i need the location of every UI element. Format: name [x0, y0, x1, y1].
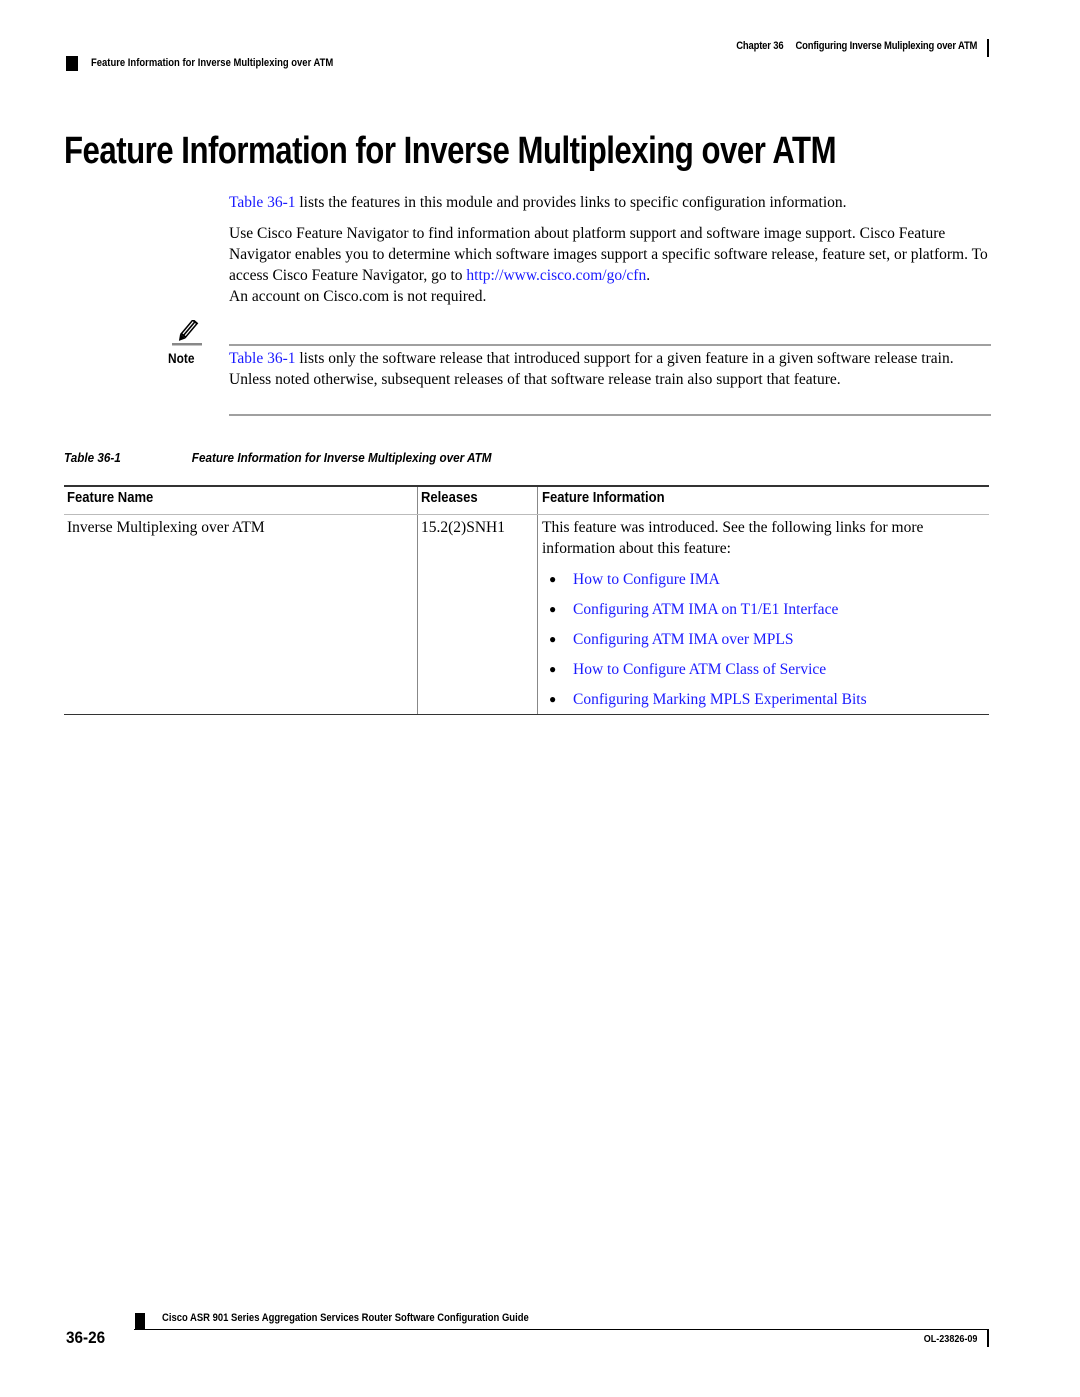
bullet-icon: ●	[549, 602, 557, 616]
table-caption-title: Feature Information for Inverse Multiple…	[191, 450, 492, 465]
bullet-icon: ●	[549, 662, 557, 676]
table-caption-label: Table 36-1	[64, 450, 121, 465]
cell-feature-name: Inverse Multiplexing over ATM	[67, 519, 265, 536]
cisco-feature-navigator-link[interactable]: http://www.cisco.com/go/cfn	[466, 267, 646, 284]
column-header-feature-name: Feature Name	[67, 490, 154, 506]
link-marking-mpls-exp-bits[interactable]: Configuring Marking MPLS Experimental Bi…	[573, 691, 867, 708]
pencil-note-icon	[172, 320, 202, 346]
note-label: Note	[168, 350, 195, 366]
header-square-marker	[66, 56, 78, 71]
cell-feature-info-text: This feature was introduced. See the fol…	[542, 519, 924, 557]
page-number: 36-26	[66, 1328, 106, 1347]
link-how-to-configure-ima[interactable]: How to Configure IMA	[573, 571, 720, 588]
list-item: ● Configuring ATM IMA over MPLS	[549, 628, 867, 658]
doc-number: OL-23826-09	[923, 1333, 977, 1345]
list-item: ● How to Configure ATM Class of Service	[549, 658, 867, 688]
footer-square-marker	[135, 1313, 145, 1329]
running-header-section: Feature Information for Inverse Multiple…	[91, 57, 334, 69]
table-36-1-link[interactable]: Table 36-1	[229, 194, 296, 211]
note-table-36-1-link[interactable]: Table 36-1	[229, 350, 296, 367]
note-bottom-rule	[229, 414, 991, 416]
page-title: Feature Information for Inverse Multiple…	[64, 130, 837, 172]
column-header-releases: Releases	[421, 490, 478, 506]
footer-guide-title: Cisco ASR 901 Series Aggregation Service…	[162, 1312, 529, 1324]
footer-bar-marker	[987, 1329, 989, 1347]
chapter-title: Configuring Inverse Muliplexing over ATM	[795, 40, 977, 52]
column-header-feature-information: Feature Information	[542, 490, 665, 506]
table-header-rule	[64, 514, 989, 515]
column-divider-1	[417, 487, 418, 714]
link-configuring-atm-ima-t1-e1[interactable]: Configuring ATM IMA on T1/E1 Interface	[573, 601, 838, 618]
bullet-icon: ●	[549, 692, 557, 706]
note-text: Table 36-1 lists only the software relea…	[229, 350, 954, 388]
header-bar-marker	[987, 39, 989, 57]
list-item: ● How to Configure IMA	[549, 568, 867, 598]
list-item: ● Configuring ATM IMA on T1/E1 Interface	[549, 598, 867, 628]
column-divider-2	[537, 487, 538, 714]
chapter-label: Chapter 36	[735, 40, 784, 52]
footer-rule	[134, 1329, 989, 1330]
intro-paragraph-1: Table 36-1 lists the features in this mo…	[229, 194, 847, 211]
table-bottom-rule	[64, 714, 989, 715]
bullet-icon: ●	[549, 572, 557, 586]
intro-paragraph-2: Use Cisco Feature Navigator to find info…	[229, 225, 988, 305]
table-top-rule	[64, 485, 989, 487]
feature-links-list: ● How to Configure IMA ● Configuring ATM I…	[549, 568, 867, 718]
bullet-icon: ●	[549, 632, 557, 646]
link-configuring-atm-ima-over-mpls[interactable]: Configuring ATM IMA over MPLS	[573, 631, 793, 648]
note-top-rule	[229, 344, 991, 346]
cell-release: 15.2(2)SNH1	[421, 519, 505, 536]
table-caption: Table 36-1 Feature Information for Inver…	[64, 450, 492, 465]
running-header-chapter: Chapter 36 Configuring Inverse Muliplexin…	[736, 40, 977, 52]
link-atm-class-of-service[interactable]: How to Configure ATM Class of Service	[573, 661, 826, 678]
